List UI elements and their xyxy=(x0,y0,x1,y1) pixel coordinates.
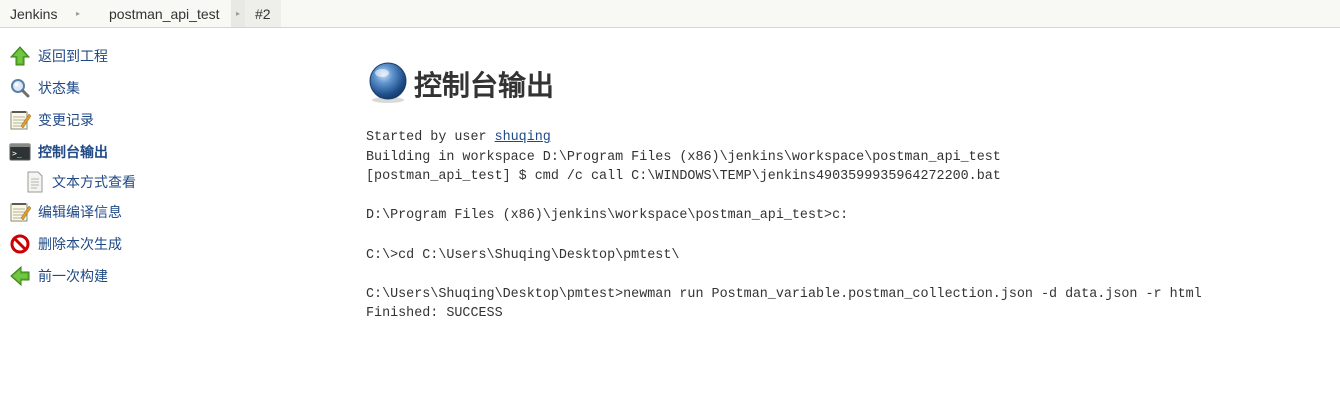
globe-icon xyxy=(366,60,410,109)
sidebar-item-label[interactable]: 编辑编译信息 xyxy=(38,202,122,222)
up-arrow-icon xyxy=(9,45,31,67)
document-icon xyxy=(24,171,46,193)
console-line: [postman_api_test] $ cmd /c call C:\WIND… xyxy=(366,169,1001,185)
breadcrumb: Jenkins ▸ postman_api_test ▸ #2 xyxy=(0,0,1340,28)
breadcrumb-project-label[interactable]: postman_api_test xyxy=(109,6,220,22)
breadcrumb-jenkins-label[interactable]: Jenkins xyxy=(10,6,57,22)
breadcrumb-menu-arrow-icon[interactable]: ▸ xyxy=(231,0,245,27)
sidebar-item-label[interactable]: 文本方式查看 xyxy=(52,172,136,192)
page-heading: 控制台输出 xyxy=(366,60,554,108)
breadcrumb-build-label[interactable]: #2 xyxy=(255,6,271,22)
console-line: C:\Users\Shuqing\Desktop\pmtest>newman r… xyxy=(366,286,1202,302)
console-line: D:\Program Files (x86)\jenkins\workspace… xyxy=(366,208,849,224)
notepad-icon xyxy=(9,201,31,223)
sidebar-item-label[interactable]: 控制台输出 xyxy=(38,142,108,162)
sidebar-item-previous-build[interactable]: 前一次构建 xyxy=(0,260,300,292)
console-output: Started by user shuqing Building in works… xyxy=(366,128,1202,324)
sidebar-item-back-to-project[interactable]: 返回到工程 xyxy=(0,40,300,72)
breadcrumb-build[interactable]: #2 xyxy=(245,0,281,27)
sidebar-item-label[interactable]: 变更记录 xyxy=(38,110,94,130)
console-line-started: Started by user shuqing xyxy=(366,128,1202,148)
sidebar-item-label[interactable]: 返回到工程 xyxy=(38,46,108,66)
console-started-prefix: Started by user xyxy=(366,130,495,145)
svg-text:>_: >_ xyxy=(12,149,22,158)
sidebar: 返回到工程 状态集 变更记录 >_ 控制台输出 文本方式查看 编辑编译信息 删除… xyxy=(0,40,300,292)
search-icon xyxy=(9,77,31,99)
console-line: C:\>cd C:\Users\Shuqing\Desktop\pmtest\ xyxy=(366,247,680,263)
breadcrumb-project[interactable]: postman_api_test xyxy=(99,0,231,27)
sidebar-item-delete-build[interactable]: 删除本次生成 xyxy=(0,228,300,260)
sidebar-item-view-as-plain-text[interactable]: 文本方式查看 xyxy=(0,168,300,196)
terminal-icon: >_ xyxy=(9,141,31,163)
sidebar-item-label[interactable]: 状态集 xyxy=(38,78,80,98)
breadcrumb-jenkins[interactable]: Jenkins xyxy=(0,0,57,27)
main-panel: 控制台输出 xyxy=(366,60,554,108)
sidebar-item-change-log[interactable]: 变更记录 xyxy=(0,104,300,136)
no-entry-icon xyxy=(9,233,31,255)
left-arrow-icon xyxy=(9,265,31,287)
sidebar-item-label[interactable]: 删除本次生成 xyxy=(38,234,122,254)
sidebar-item-console-output[interactable]: >_ 控制台输出 xyxy=(0,136,300,168)
page-title: 控制台输出 xyxy=(414,70,555,101)
user-link[interactable]: shuqing xyxy=(495,130,551,145)
sidebar-item-edit-build-info[interactable]: 编辑编译信息 xyxy=(0,196,300,228)
notepad-icon xyxy=(9,109,31,131)
sidebar-item-label[interactable]: 前一次构建 xyxy=(38,266,108,286)
breadcrumb-menu-arrow-icon[interactable]: ▸ xyxy=(57,0,99,27)
sidebar-item-changes-set[interactable]: 状态集 xyxy=(0,72,300,104)
console-line: Building in workspace D:\Program Files (… xyxy=(366,149,1001,165)
console-line-status: Finished: SUCCESS xyxy=(366,306,503,322)
